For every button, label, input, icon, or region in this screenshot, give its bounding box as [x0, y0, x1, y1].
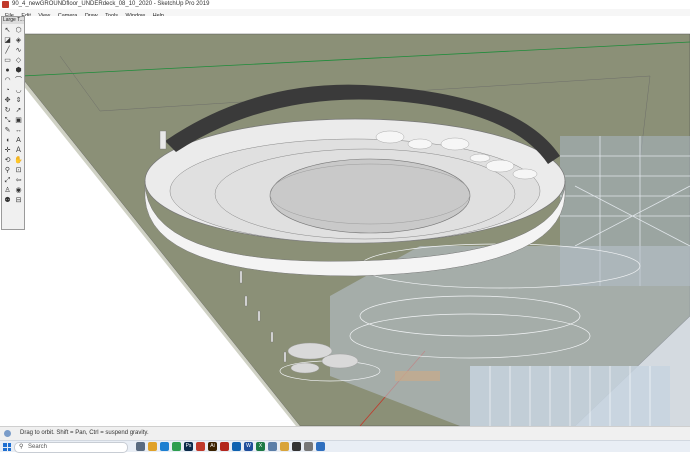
status-bar: Drag to orbit. Shift = Pan, Ctrl = suspe…: [0, 426, 690, 441]
freehand-tool-icon[interactable]: ∿: [14, 46, 23, 55]
pan-tool-icon[interactable]: ✋: [14, 156, 23, 165]
floor-disk: [269, 158, 471, 234]
polygon-tool-icon[interactable]: ⬢: [14, 66, 23, 75]
app-dark-taskbar-icon[interactable]: [292, 442, 301, 451]
illustrator-taskbar-icon[interactable]: Ai: [208, 442, 217, 451]
taskbar-apps: Ps Ai W X: [136, 442, 325, 451]
line-tool-icon[interactable]: ╱: [3, 46, 12, 55]
tool-panel-title: Large T...: [2, 17, 24, 24]
menu-bar: File Edit View Camera Draw Tools Window …: [0, 9, 690, 19]
protractor-tool-icon[interactable]: ◖: [3, 136, 12, 145]
status-info-icon: [4, 430, 11, 437]
three-point-arc-tool-icon[interactable]: ◡: [14, 86, 23, 95]
paint-bucket-tool-icon[interactable]: ◈: [14, 36, 23, 45]
tool-grid: ↖ ⬡ ◪ ◈ ╱ ∿ ▭ ◇ ● ⬢ ◠ ⌒ ◔ ◡ ✥ ⇕ ↻ ➚ ⤡ ▣ …: [2, 24, 24, 207]
word-taskbar-icon[interactable]: W: [244, 442, 253, 451]
arc-tool-icon[interactable]: ◠: [3, 76, 12, 85]
walk-tool-icon[interactable]: ⚉: [3, 196, 12, 205]
file-explorer-taskbar-icon[interactable]: [148, 442, 157, 451]
excel-taskbar-icon[interactable]: X: [256, 442, 265, 451]
folder-taskbar-icon[interactable]: [280, 442, 289, 451]
scale-tool-icon[interactable]: ⤡: [3, 116, 12, 125]
previous-view-tool-icon[interactable]: ⇦: [14, 176, 23, 185]
orbit-tool-icon[interactable]: ⟲: [3, 156, 12, 165]
rectangle-tool-icon[interactable]: ▭: [3, 56, 12, 65]
window-title: 90_4_newGROUNDfloor_UNDERdeck_08_10_2020…: [12, 1, 210, 7]
zoom-tool-icon[interactable]: ⚲: [3, 166, 12, 175]
edge-taskbar-icon[interactable]: [160, 442, 169, 451]
large-tool-set-panel: Large T... ↖ ⬡ ◪ ◈ ╱ ∿ ▭ ◇ ● ⬢ ◠ ⌒ ◔ ◡ ✥…: [1, 16, 25, 230]
start-icon[interactable]: [3, 443, 11, 451]
offset-tool-icon[interactable]: ▣: [14, 116, 23, 125]
eraser-tool-icon[interactable]: ◪: [3, 36, 12, 45]
rotated-rectangle-tool-icon[interactable]: ◇: [14, 56, 23, 65]
app-blue-taskbar-icon[interactable]: [316, 442, 325, 451]
look-around-tool-icon[interactable]: ◉: [14, 186, 23, 195]
task-view-taskbar-icon[interactable]: [136, 442, 145, 451]
pie-tool-icon[interactable]: ◔: [3, 86, 12, 95]
3d-text-tool-icon[interactable]: Ａ: [14, 146, 23, 155]
photoshop-taskbar-icon[interactable]: Ps: [184, 442, 193, 451]
rotate-tool-icon[interactable]: ↻: [3, 106, 12, 115]
select-tool-icon[interactable]: ↖: [3, 26, 12, 35]
model-viewport[interactable]: [0, 16, 690, 426]
push-pull-tool-icon[interactable]: ⇕: [14, 96, 23, 105]
position-camera-tool-icon[interactable]: ♙: [3, 186, 12, 195]
viewport-canvas[interactable]: [0, 16, 690, 426]
zoom-window-tool-icon[interactable]: ⊡: [14, 166, 23, 175]
tape-measure-tool-icon[interactable]: ✎: [3, 126, 12, 135]
chrome-taskbar-icon[interactable]: [172, 442, 181, 451]
search-icon: ⚲: [19, 444, 24, 450]
dimension-tool-icon[interactable]: ↔: [14, 126, 23, 135]
windows-taskbar: ⚲ Search Ps Ai W X: [0, 440, 690, 453]
axes-tool-icon[interactable]: ✛: [3, 146, 12, 155]
move-tool-icon[interactable]: ✥: [3, 96, 12, 105]
taskbar-search-box[interactable]: ⚲ Search: [14, 442, 128, 453]
sketchup-taskbar-icon[interactable]: [196, 442, 205, 451]
section-plane-tool-icon[interactable]: ⊟: [14, 196, 23, 205]
zoom-extents-tool-icon[interactable]: ⤢: [3, 176, 12, 185]
layout-taskbar-icon[interactable]: [268, 442, 277, 451]
two-point-arc-tool-icon[interactable]: ⌒: [14, 76, 23, 85]
sketchup-app-icon: [2, 1, 9, 8]
text-tool-icon[interactable]: A: [14, 136, 23, 145]
app-grey-taskbar-icon[interactable]: [304, 442, 313, 451]
outlook-taskbar-icon[interactable]: [232, 442, 241, 451]
acrobat-taskbar-icon[interactable]: [220, 442, 229, 451]
component-tool-icon[interactable]: ⬡: [14, 26, 23, 35]
follow-me-tool-icon[interactable]: ➚: [14, 106, 23, 115]
stair-element: [395, 371, 440, 381]
circle-tool-icon[interactable]: ●: [3, 66, 12, 75]
status-hint: Drag to orbit. Shift = Pan, Ctrl = suspe…: [20, 430, 149, 436]
